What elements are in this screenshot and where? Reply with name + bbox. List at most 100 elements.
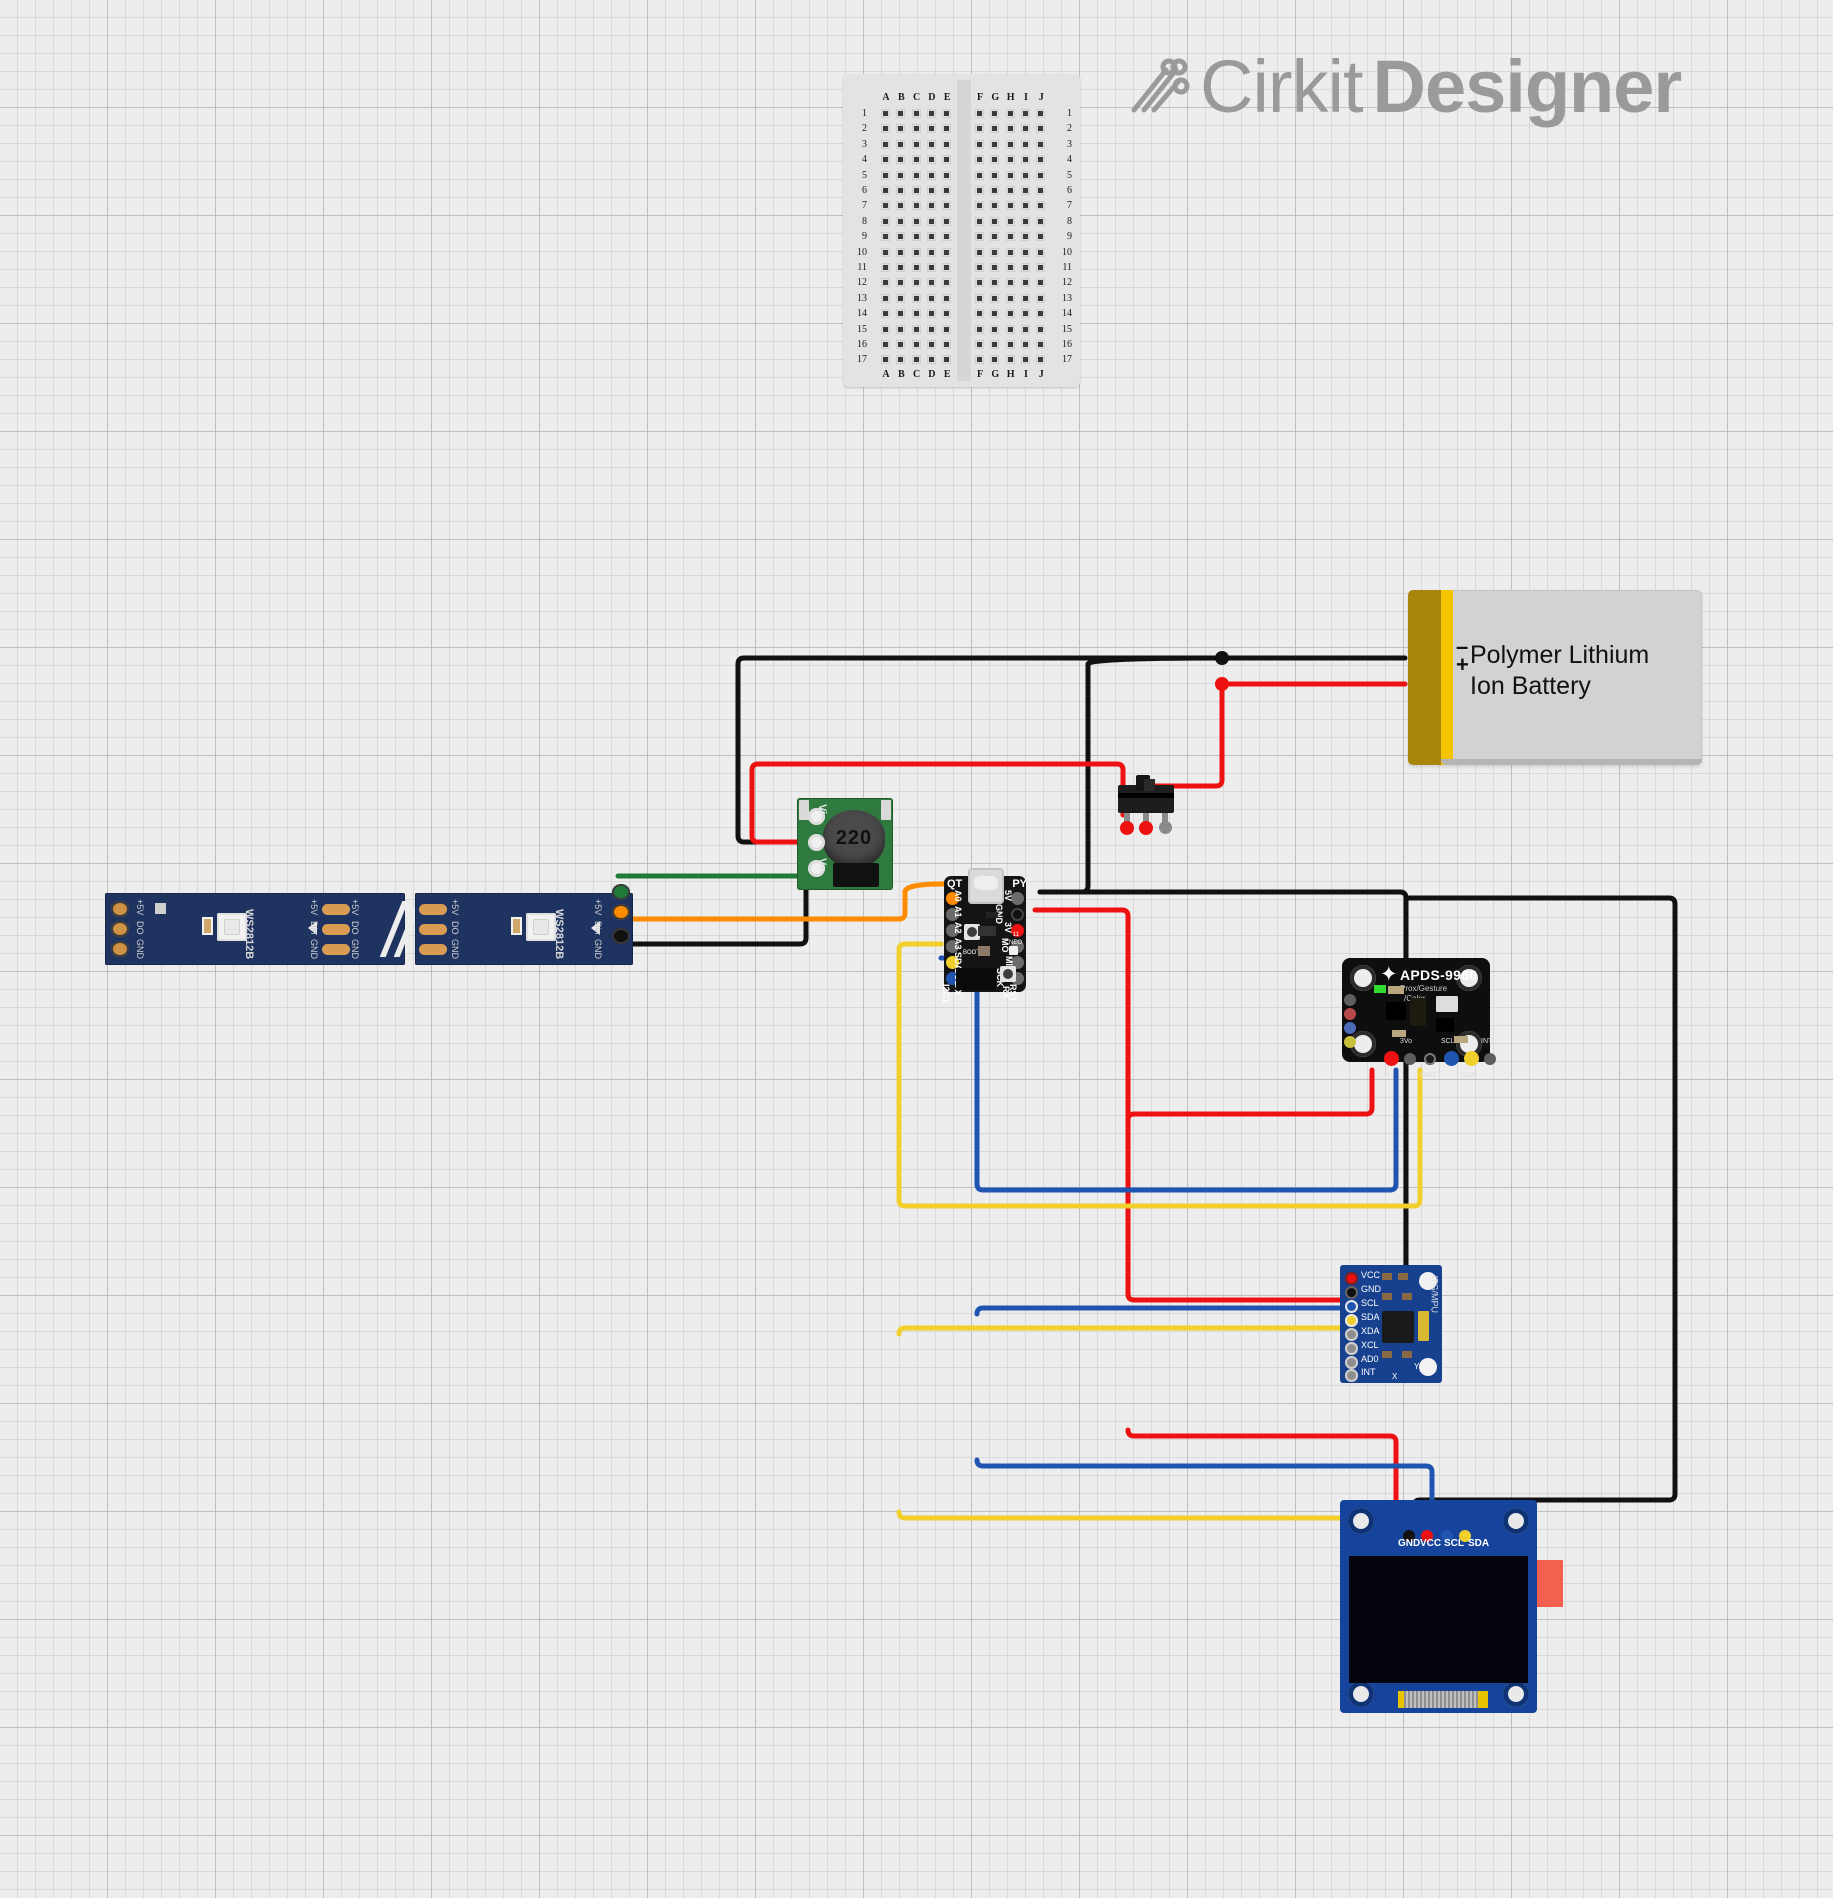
breadboard-hole-H14[interactable] [1005,309,1015,319]
breadboard-hole-G2[interactable] [990,124,1000,134]
breadboard-hole-F10[interactable] [975,247,984,257]
breadboard-hole-I14[interactable] [1020,309,1030,319]
strip-pad-5v-left[interactable] [111,901,129,917]
strip-pad-do-left[interactable] [111,921,129,937]
breadboard-hole-C17[interactable] [911,355,921,365]
breadboard-component[interactable]: A A B B C C D D E E F F G G H H I I J J 1 1 2 2 3 3 4 4 5 5 6 6 7 7 8 8 9 9 10… [843,74,1080,387]
breadboard-hole-G16[interactable] [990,340,1000,349]
breadboard-hole-G15[interactable] [990,324,1000,334]
breadboard-hole-C13[interactable] [911,293,921,303]
lipo-battery-component[interactable]: – + Polymer Lithium Ion Battery [1408,590,1702,765]
breadboard-hole-F8[interactable] [975,216,984,226]
apds-pin-side-3[interactable] [1344,1022,1356,1034]
mpu6050-sensor-component[interactable]: VCC GND SCL SDA XDA XCL AD0 INT ITG/MPU … [1340,1265,1442,1383]
apds-pin-vi[interactable] [1384,1051,1399,1066]
breadboard-hole-F6[interactable] [975,186,984,195]
apds-pin-scl[interactable] [1444,1051,1459,1066]
strip-terminal-din[interactable] [612,904,630,920]
breadboard-hole-I3[interactable] [1020,139,1030,149]
breadboard-hole-H13[interactable] [1005,293,1015,303]
breadboard-hole-E2[interactable] [942,124,952,134]
mpu-pin-scl[interactable] [1345,1300,1358,1313]
breadboard-hole-C16[interactable] [911,340,921,349]
breadboard-hole-B12[interactable] [896,278,906,288]
breadboard-hole-E16[interactable] [942,340,952,349]
strip-solderpad-5v-2[interactable] [419,904,447,915]
breadboard-hole-F4[interactable] [975,155,984,165]
breadboard-hole-F9[interactable] [975,232,984,242]
battery-terminal-positive[interactable]: + [1456,654,1469,676]
breadboard-hole-G8[interactable] [990,216,1000,226]
breadboard-hole-D3[interactable] [926,139,936,149]
breadboard-hole-B10[interactable] [896,247,906,257]
breadboard-hole-E3[interactable] [942,139,952,149]
breadboard-hole-H6[interactable] [1005,186,1015,195]
breadboard-hole-H10[interactable] [1005,247,1015,257]
breadboard-hole-E8[interactable] [942,216,952,226]
breadboard-hole-C12[interactable] [911,278,921,288]
breadboard-hole-A7[interactable] [881,201,890,211]
breadboard-hole-B6[interactable] [896,186,906,195]
breadboard-hole-G5[interactable] [990,170,1000,180]
breadboard-hole-G11[interactable] [990,263,1000,272]
breadboard-hole-B11[interactable] [896,263,906,272]
breadboard-hole-I4[interactable] [1020,155,1030,165]
qtpy-pin-gnd[interactable] [1011,908,1024,921]
mpu-pin-gnd[interactable] [1345,1286,1358,1299]
breadboard-hole-G4[interactable] [990,155,1000,165]
breadboard-hole-H4[interactable] [1005,155,1015,165]
breadboard-hole-D7[interactable] [926,201,936,211]
breadboard-hole-G17[interactable] [990,355,1000,365]
breadboard-hole-J6[interactable] [1036,186,1046,195]
breadboard-hole-H2[interactable] [1005,124,1015,134]
breadboard-hole-D14[interactable] [926,309,936,319]
switch-actuator-knob[interactable] [1144,779,1155,791]
breadboard-hole-F12[interactable] [975,278,984,288]
breadboard-hole-I16[interactable] [1020,340,1030,349]
breadboard-hole-J17[interactable] [1036,355,1046,365]
breadboard-hole-C3[interactable] [911,139,921,149]
breadboard-hole-D16[interactable] [926,340,936,349]
qtpy-usb-c-connector[interactable] [968,868,1004,904]
breadboard-hole-F3[interactable] [975,139,984,149]
strip-solderpad-do-2[interactable] [419,924,447,935]
breadboard-hole-F2[interactable] [975,124,984,134]
breadboard-hole-E5[interactable] [942,170,952,180]
oled-display-component[interactable]: GND VCC SCL SDA [1340,1500,1563,1713]
breadboard-hole-H7[interactable] [1005,201,1015,211]
breadboard-hole-C5[interactable] [911,170,921,180]
breadboard-hole-D15[interactable] [926,324,936,334]
qtpy-reset-button[interactable] [1000,966,1016,982]
breadboard-hole-A5[interactable] [881,170,890,180]
apds-pin-3vo[interactable] [1404,1053,1416,1065]
breadboard-hole-A10[interactable] [881,247,890,257]
breadboard-hole-B5[interactable] [896,170,906,180]
breadboard-hole-J11[interactable] [1036,263,1046,272]
breadboard-hole-E4[interactable] [942,155,952,165]
breadboard-hole-H9[interactable] [1005,232,1015,242]
breadboard-hole-E12[interactable] [942,278,952,288]
breadboard-hole-E10[interactable] [942,247,952,257]
breadboard-hole-J1[interactable] [1036,109,1046,118]
breadboard-hole-F11[interactable] [975,263,984,272]
breadboard-hole-C10[interactable] [911,247,921,257]
breadboard-hole-F5[interactable] [975,170,984,180]
breadboard-hole-J2[interactable] [1036,124,1046,134]
boost-converter-component[interactable]: 220 Vi Vo [797,798,893,890]
breadboard-hole-A1[interactable] [881,109,890,118]
apds-pin-side-1[interactable] [1344,994,1356,1006]
breadboard-hole-J15[interactable] [1036,324,1046,334]
breadboard-hole-I7[interactable] [1020,201,1030,211]
strip-solderpad-5v-1[interactable] [322,904,350,915]
breadboard-hole-D5[interactable] [926,170,936,180]
breadboard-hole-C1[interactable] [911,109,921,118]
breadboard-hole-B2[interactable] [896,124,906,134]
breadboard-hole-F14[interactable] [975,309,984,319]
mpu-pin-int[interactable] [1345,1369,1358,1382]
breadboard-hole-J14[interactable] [1036,309,1046,319]
strip-pad-gnd-left[interactable] [111,941,129,957]
breadboard-hole-D4[interactable] [926,155,936,165]
breadboard-hole-H5[interactable] [1005,170,1015,180]
breadboard-hole-E1[interactable] [942,109,952,118]
breadboard-hole-D2[interactable] [926,124,936,134]
